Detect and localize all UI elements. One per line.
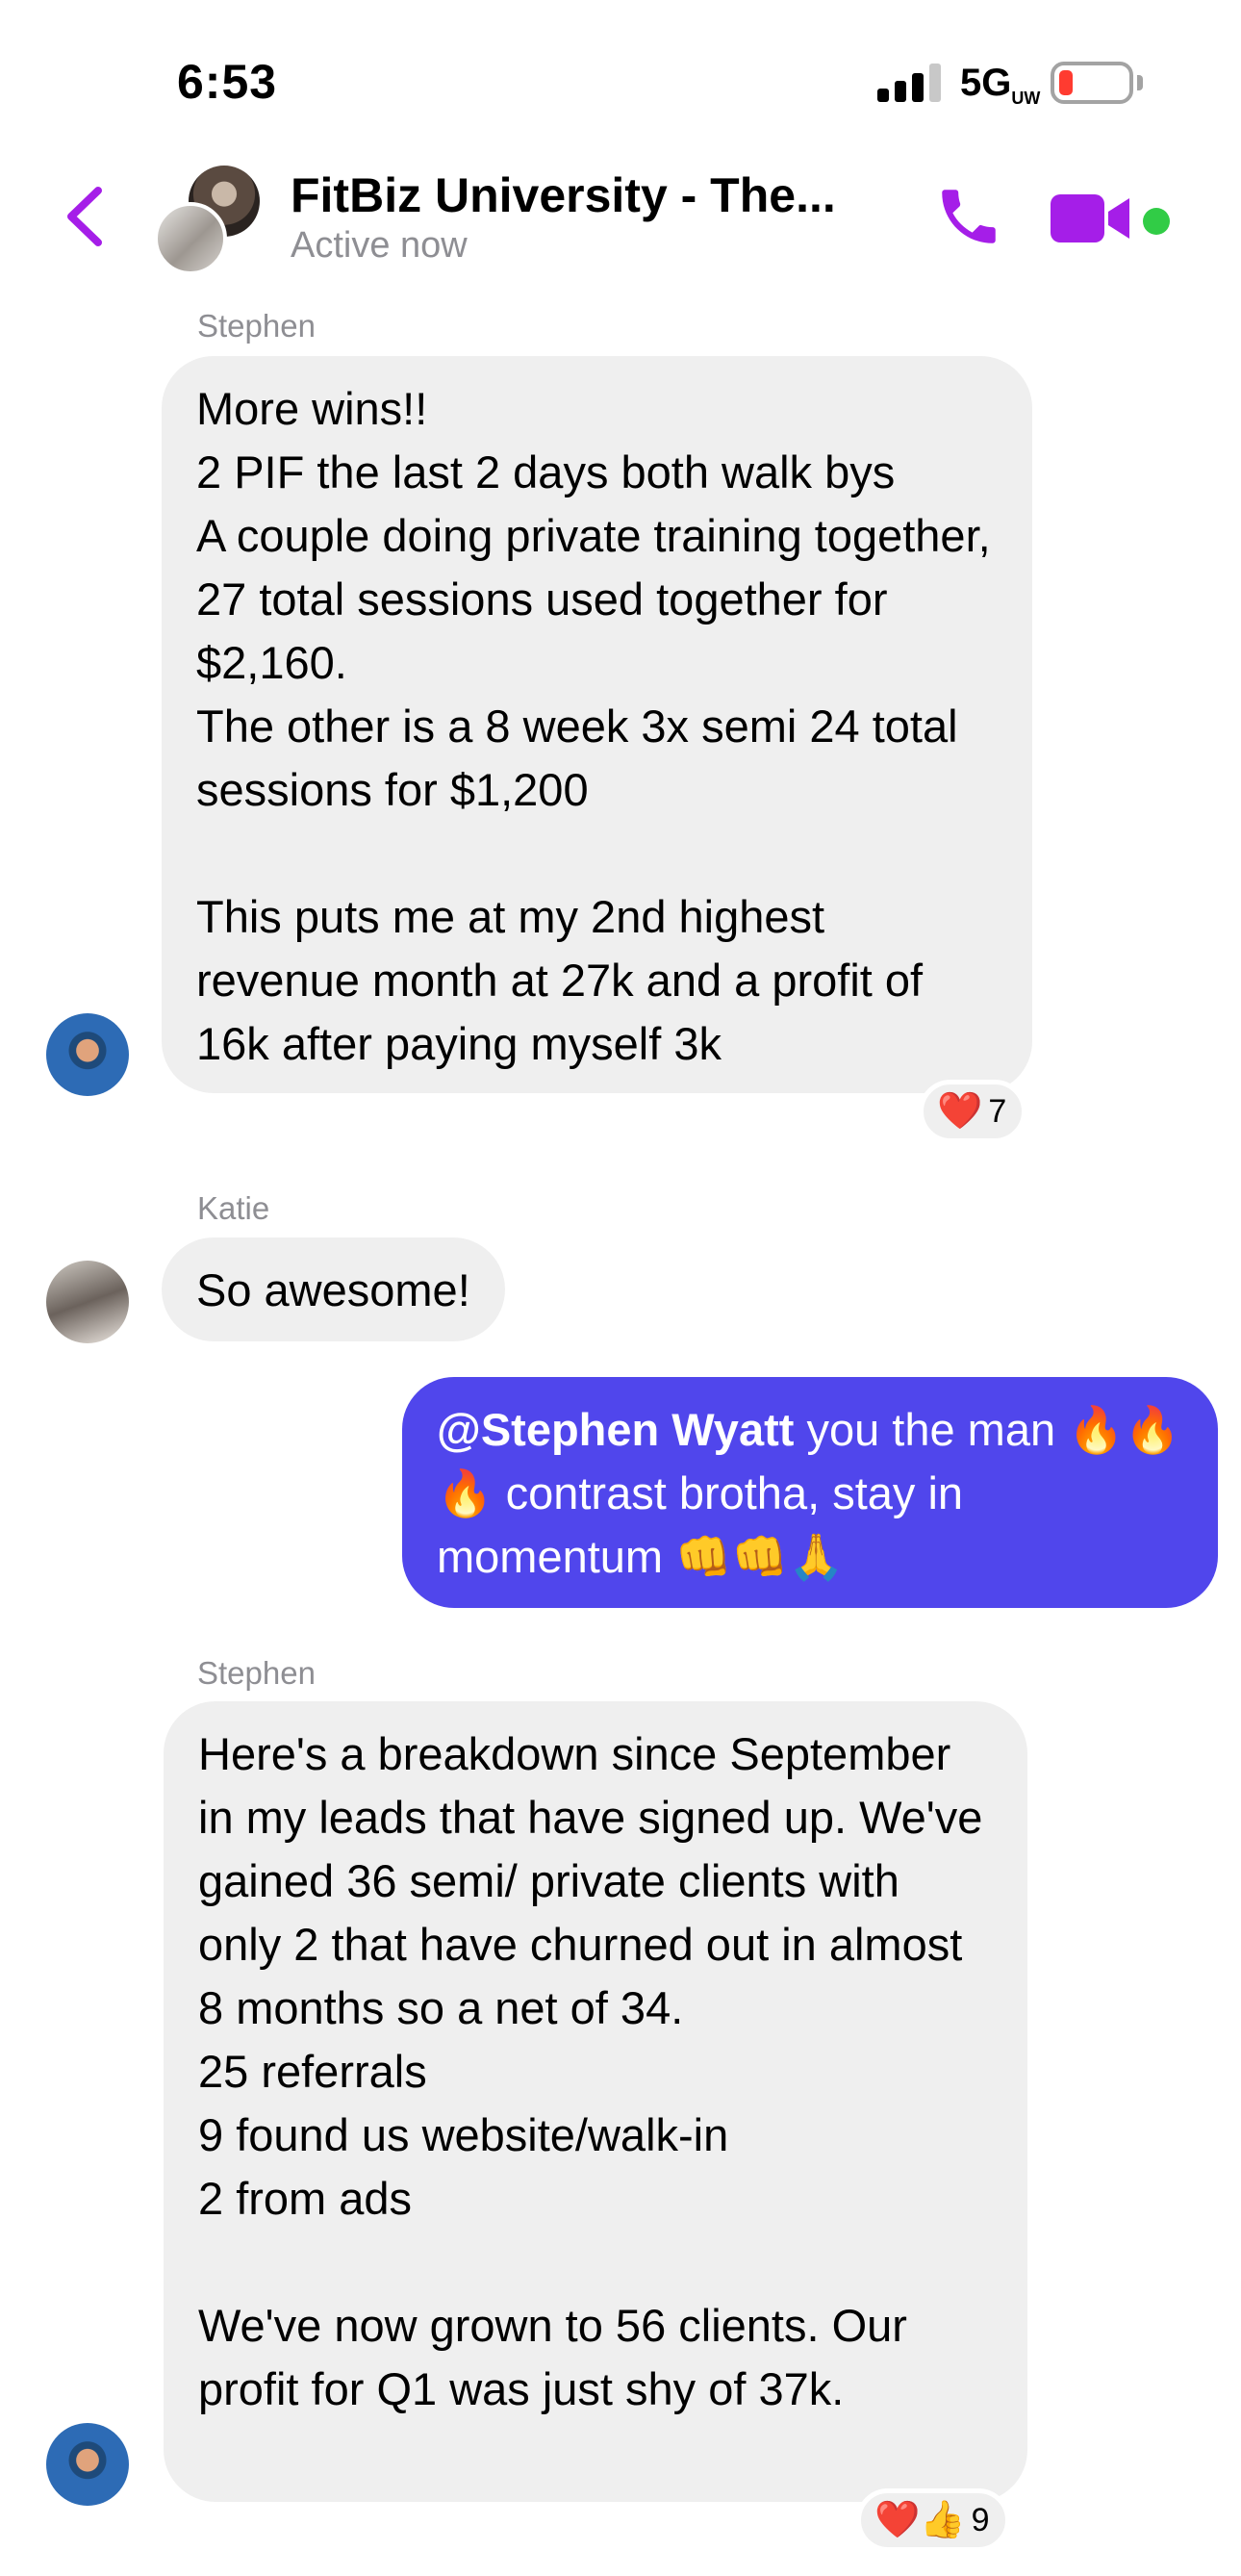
status-time: 6:53 (177, 55, 278, 109)
video-camera-icon[interactable] (1051, 192, 1131, 244)
chat-title[interactable]: FitBiz University - The... (291, 167, 836, 223)
online-indicator (1143, 208, 1170, 235)
stephen-avatar[interactable] (46, 1013, 129, 1096)
message-bubble[interactable]: So awesome! (162, 1237, 505, 1341)
group-avatar[interactable] (154, 166, 262, 275)
message-reaction[interactable]: ❤️ 7 (919, 1080, 1027, 1143)
network-label: 5G (960, 62, 1012, 104)
reaction-count: 7 (988, 1092, 1007, 1130)
chevron-left-icon[interactable] (58, 183, 115, 250)
message-sender: Stephen (197, 1655, 316, 1691)
group-avatar-member-2 (154, 202, 227, 275)
chat-header: FitBiz University - The... Active now (0, 154, 1241, 283)
message-reaction[interactable]: ❤️👍 9 (856, 2488, 1010, 2552)
message-bubble[interactable]: Here's a breakdown since September in my… (164, 1701, 1027, 2502)
signal-strength-icon (877, 64, 941, 102)
katie-avatar[interactable] (46, 1261, 129, 1343)
outgoing-message-bubble[interactable]: @Stephen Wyatt you the man 🔥🔥🔥 contrast … (402, 1377, 1218, 1608)
phone-icon[interactable] (933, 181, 1004, 252)
status-bar: 6:53 5GUW (0, 0, 1241, 154)
stephen-avatar[interactable] (46, 2423, 129, 2506)
reaction-count: 9 (971, 2501, 990, 2538)
heart-thumbs-up-reaction-icon: ❤️👍 (874, 2500, 966, 2540)
active-status: Active now (291, 225, 468, 266)
message-bubble[interactable]: More wins!! 2 PIF the last 2 days both w… (162, 356, 1032, 1093)
message-sender: Katie (197, 1190, 270, 1226)
network-type: 5GUW (960, 62, 1040, 109)
battery-tip (1137, 75, 1143, 90)
message-sender: Stephen (197, 308, 316, 344)
mention-link[interactable]: @Stephen Wyatt (437, 1404, 794, 1455)
battery-icon (1051, 62, 1133, 104)
heart-reaction-icon: ❤️ (937, 1091, 983, 1132)
network-suffix: UW (1011, 89, 1041, 108)
